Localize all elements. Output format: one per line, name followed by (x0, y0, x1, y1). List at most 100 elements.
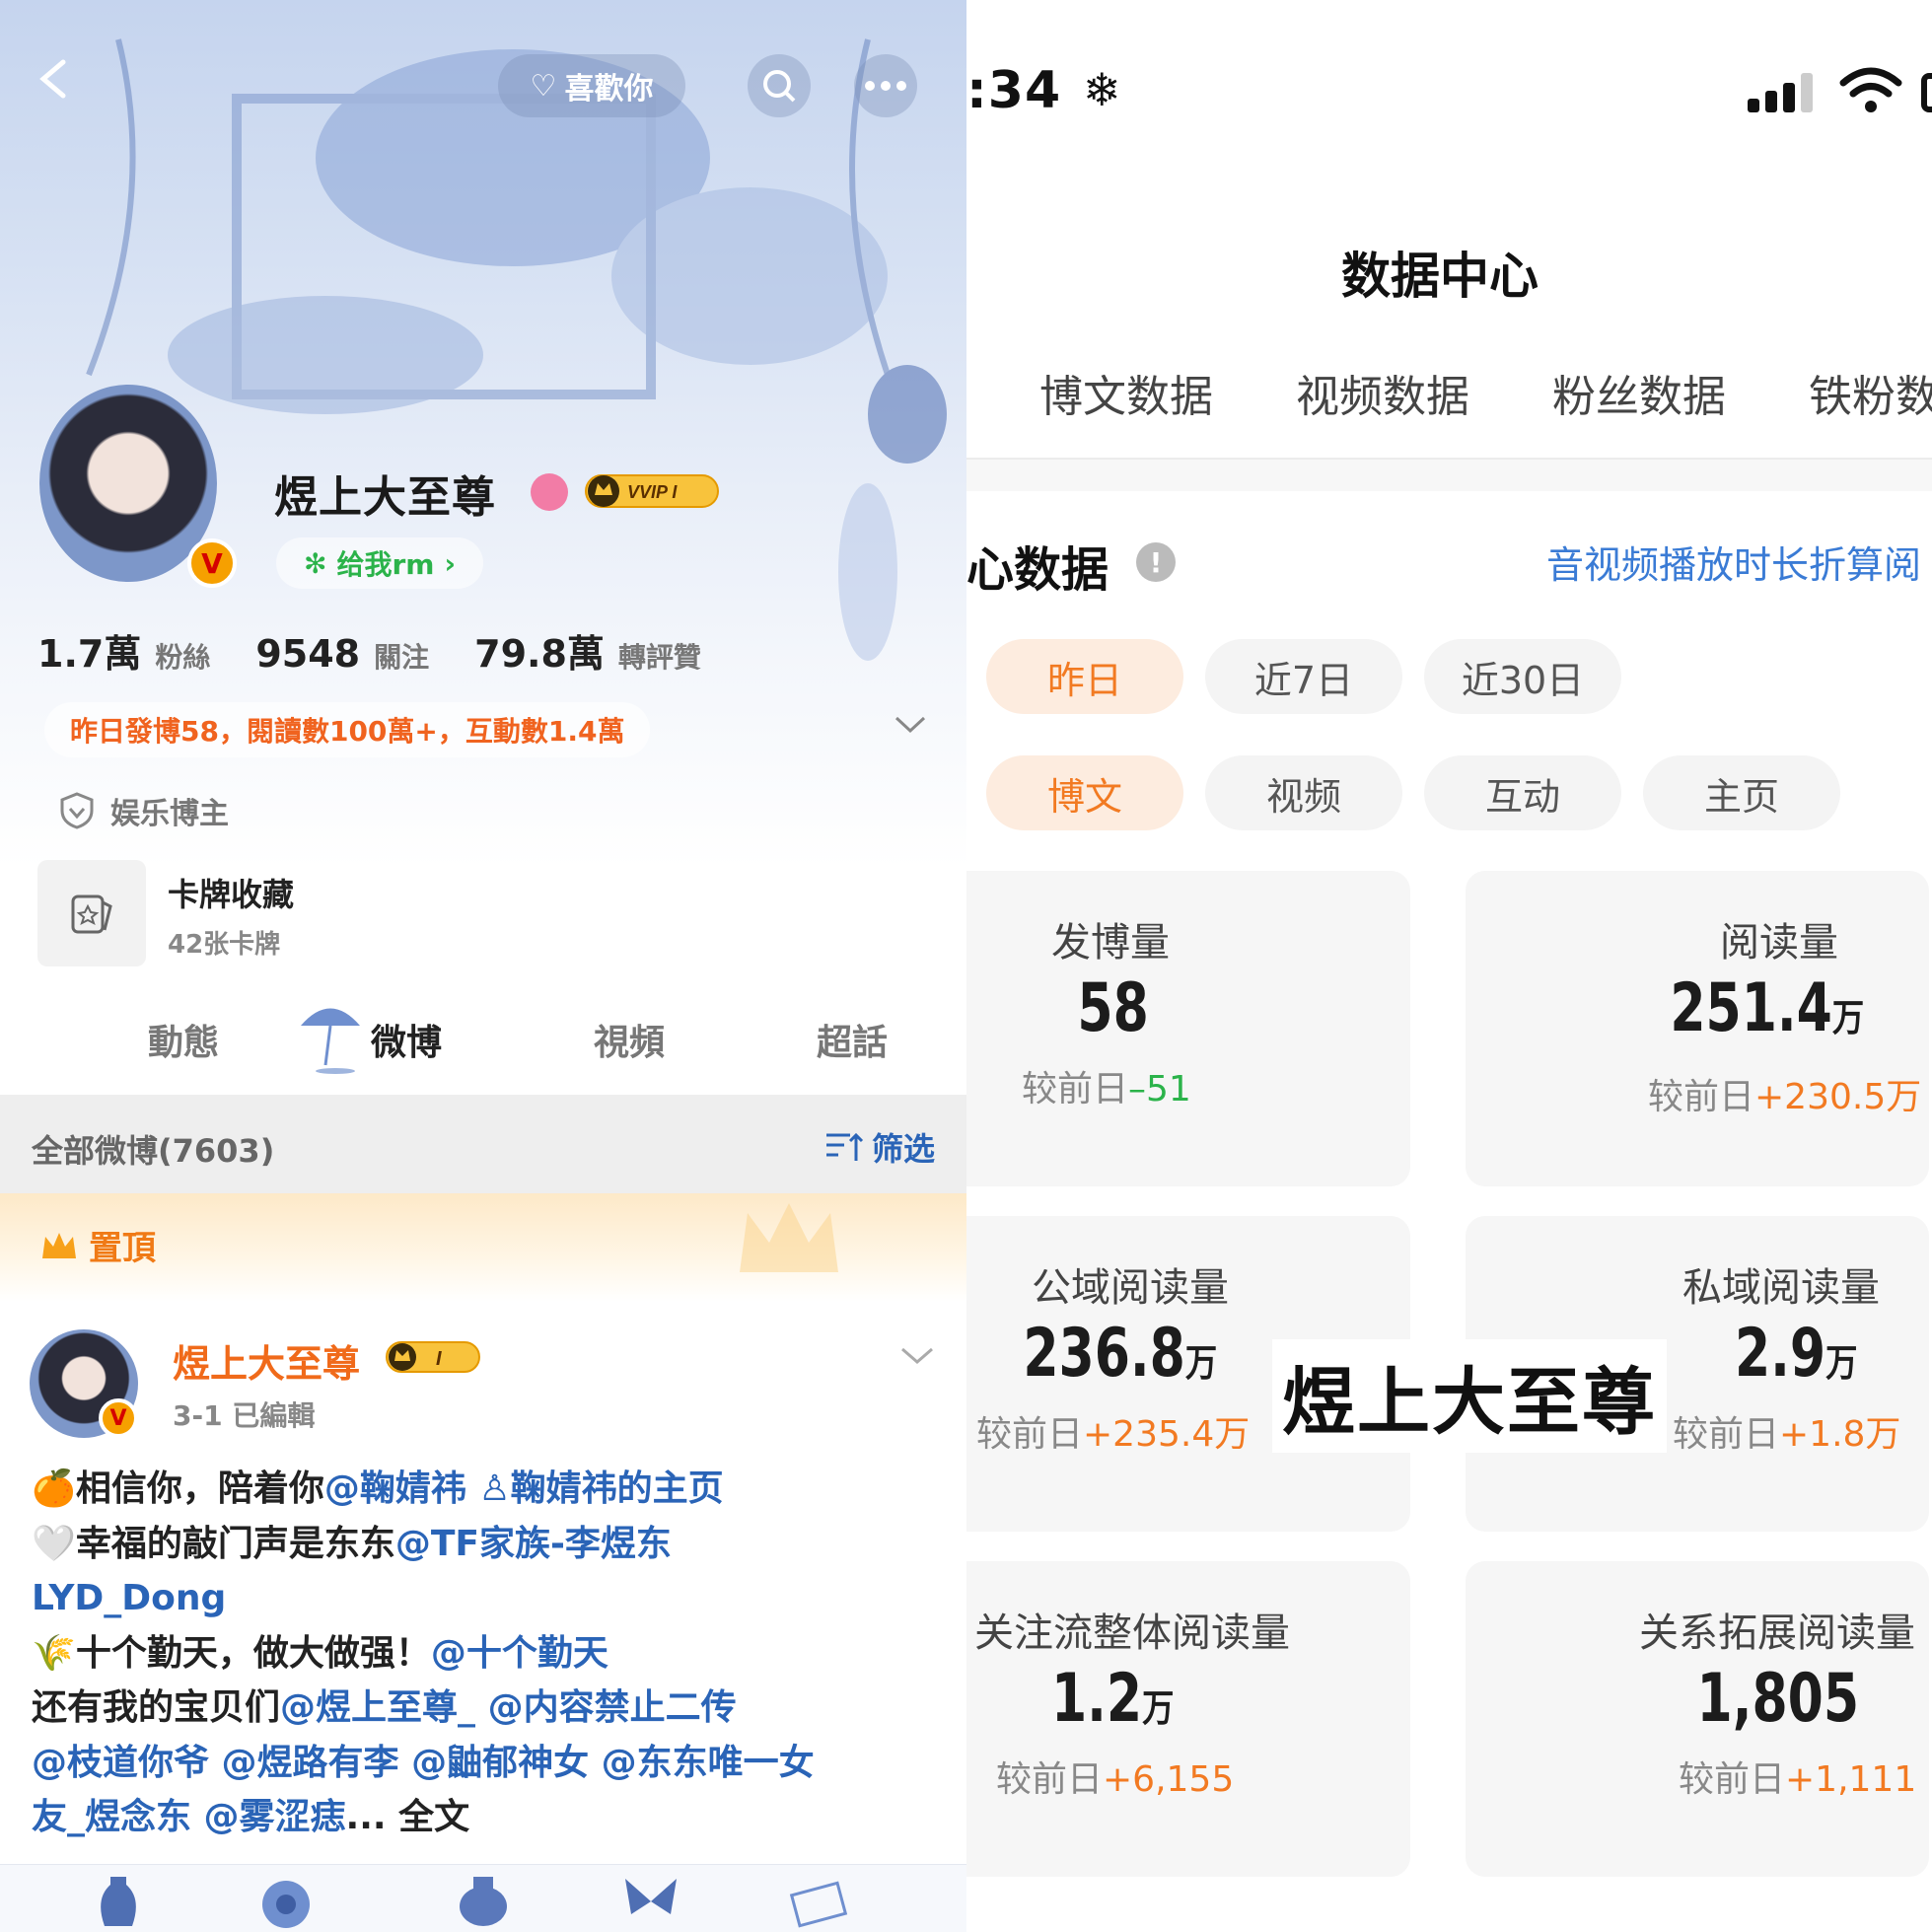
card-collection-title[interactable]: 卡牌收藏 (168, 870, 294, 915)
post-text: 十个勤天，做大做强！ (75, 1632, 431, 1674)
post-line: 还有我的宝贝们@煜上至尊_ @内容禁止二传 (32, 1681, 949, 1736)
post-badge-label: I (436, 1348, 442, 1370)
tab-post-data[interactable]: 博文数据 (1039, 361, 1213, 424)
metric-card[interactable]: 关注流整体阅读量 1.2万 较前日+6,155 (966, 1561, 1410, 1877)
status-time: :34 (966, 61, 1062, 120)
metric-compare: 较前日+235.4万 (976, 1414, 1251, 1455)
post-verified-v-icon: V (99, 1398, 138, 1438)
give-rm-button[interactable]: ✻ 给我rm › (276, 537, 484, 589)
tab-fans-data[interactable]: 粉丝数据 (1552, 361, 1726, 424)
butterfly-icon (625, 1879, 677, 1914)
engagement-count[interactable]: 79.8萬 (474, 623, 605, 678)
all-posts-count[interactable]: 全部微博(7603) (32, 1126, 274, 1172)
tab-activity[interactable]: 動態 (148, 1014, 219, 1065)
post-text: 幸福的敲门声是东东 (75, 1523, 395, 1564)
chip-yesterday[interactable]: 昨日 (986, 639, 1183, 714)
mention-link[interactable]: @内容禁止二传 (488, 1687, 737, 1728)
tab-super-topic[interactable]: 超話 (817, 1014, 888, 1065)
tab-video-data[interactable]: 视频数据 (1296, 361, 1469, 424)
metric-card[interactable]: 阅读量 251.4万 较前日+230.5万 (1466, 871, 1929, 1186)
metric-card[interactable]: 关系拓展阅读量 1,805 较前日+1,111 (1466, 1561, 1929, 1877)
post-vip-badge[interactable]: I (385, 1338, 483, 1376)
mention-link[interactable]: @煜上至尊_ (280, 1687, 475, 1728)
following-count[interactable]: 9548 (255, 632, 360, 676)
metric-value: 2.9万 (1734, 1315, 1858, 1393)
mention-link[interactable]: @鞠婧祎 (324, 1468, 466, 1509)
filter-label: 筛选 (871, 1130, 935, 1168)
post-line: 🤍幸福的敲门声是东东@TF家族-李煜东 (32, 1517, 949, 1572)
profile-username: 煜上大至尊 (274, 472, 496, 523)
post-body[interactable]: 🍊相信你，陪着你@鞠婧祎 ♙鞠婧祎的主页 🤍幸福的敲门声是东东@TF家族-李煜东 L… (32, 1462, 949, 1845)
chevron-right-icon: › (444, 546, 457, 580)
metric-value: 1.2万 (1050, 1660, 1175, 1738)
tab-video[interactable]: 視頻 (594, 1014, 665, 1065)
decorative-bottom-strip (0, 1864, 966, 1932)
card-collection-thumb[interactable] (37, 860, 146, 966)
post-text (475, 1687, 488, 1728)
post-text (466, 1468, 479, 1509)
tab-weibo[interactable]: 微博 (371, 1014, 442, 1065)
more-dots-icon (865, 81, 906, 91)
metric-value: 1,805 (1696, 1660, 1860, 1738)
verified-v-icon: V (187, 538, 237, 588)
vvip-badge[interactable]: VVIP I (584, 471, 722, 511)
search-icon (763, 70, 796, 103)
umbrella-icon (301, 1008, 360, 1074)
chip-7-days[interactable]: 近7日 (1205, 639, 1402, 714)
mention-link[interactable]: @十个勤天 (431, 1633, 608, 1674)
mention-link[interactable]: LYD_Dong (32, 1578, 226, 1618)
chip-video[interactable]: 视频 (1205, 755, 1402, 830)
super-topic-icon[interactable] (531, 473, 568, 511)
back-arrow-icon[interactable] (30, 54, 79, 104)
metric-label: 发博量 (1051, 920, 1170, 966)
status-bar: :34 ❄ (966, 0, 1932, 197)
data-center-header: 数据中心 博文数据 视频数据 粉丝数据 铁粉数 (966, 197, 1932, 460)
mention-link[interactable]: 友_煜念东 @雾涩痣 (32, 1797, 346, 1837)
metric-label: 私域阅读量 (1682, 1265, 1880, 1311)
post-text: ... 全文 (345, 1797, 470, 1837)
mention-link[interactable]: @TF家族-李煜东 (395, 1524, 672, 1564)
chip-interaction[interactable]: 互动 (1424, 755, 1621, 830)
rabbit-icon: ♡ (530, 68, 557, 104)
metric-value: 251.4万 (1670, 969, 1865, 1047)
metric-label: 公域阅读量 (1032, 1265, 1229, 1311)
mention-link[interactable]: @枝道你爷 @煜路有李 @鼬郁神女 @东东唯一女 (32, 1743, 815, 1783)
metric-compare: 较前日+1.8万 (1673, 1414, 1901, 1455)
chip-30-days[interactable]: 近30日 (1424, 639, 1621, 714)
overlay-username-watermark: 煜上大至尊 (1272, 1339, 1667, 1453)
jar-icon (460, 1877, 507, 1926)
followers-count[interactable]: 1.7萬 (37, 623, 141, 678)
tab-iron-fans-data[interactable]: 铁粉数 (1809, 361, 1932, 424)
shield-icon (60, 792, 94, 829)
snowflake-icon: ❄ (1083, 63, 1121, 116)
post-menu-chevron-icon[interactable] (899, 1346, 935, 1366)
chevron-down-icon[interactable] (894, 715, 927, 735)
pinned-label: 置頂 (89, 1229, 156, 1268)
chip-posts[interactable]: 博文 (986, 755, 1183, 830)
conversion-link[interactable]: 音视频播放时长折算阅 (1546, 535, 1921, 589)
peony-icon (262, 1881, 310, 1928)
pinned-header: 置頂 (0, 1193, 966, 1302)
page-title: 数据中心 (1341, 248, 1538, 305)
more-button[interactable] (854, 54, 917, 117)
vvip-label: VVIP I (627, 482, 678, 502)
metric-card[interactable]: 发博量 58 较前日–51 (966, 871, 1410, 1186)
like-you-button[interactable]: ♡ 喜歡你 (498, 54, 685, 117)
activity-summary[interactable]: 昨日發博58，閱讀數100萬+，互動數1.4萬 (44, 702, 651, 757)
filter-icon (825, 1132, 864, 1161)
filter-button[interactable]: 筛选 (824, 1124, 935, 1170)
chip-homepage[interactable]: 主页 (1643, 755, 1840, 830)
info-icon[interactable]: ! (1136, 542, 1176, 582)
section-title: 心数据 (966, 542, 1109, 598)
search-button[interactable] (748, 54, 811, 117)
role-label: 娱乐博主 (110, 797, 229, 831)
post-line: 友_煜念东 @雾涩痣... 全文 (32, 1790, 949, 1845)
post-line: 🍊相信你，陪着你@鞠婧祎 ♙鞠婧祎的主页 (32, 1462, 949, 1517)
post-line: 🌾十个勤天，做大做强！@十个勤天 (32, 1626, 949, 1682)
mention-link[interactable]: ♙鞠婧祎的主页 (478, 1468, 723, 1509)
metric-compare: 较前日–51 (1022, 1069, 1191, 1109)
followers-label: 粉絲 (155, 641, 211, 674)
post-author-name[interactable]: 煜上大至尊 (173, 1333, 360, 1388)
following-label: 關注 (374, 641, 430, 674)
give-label: 给我rm (336, 548, 435, 581)
